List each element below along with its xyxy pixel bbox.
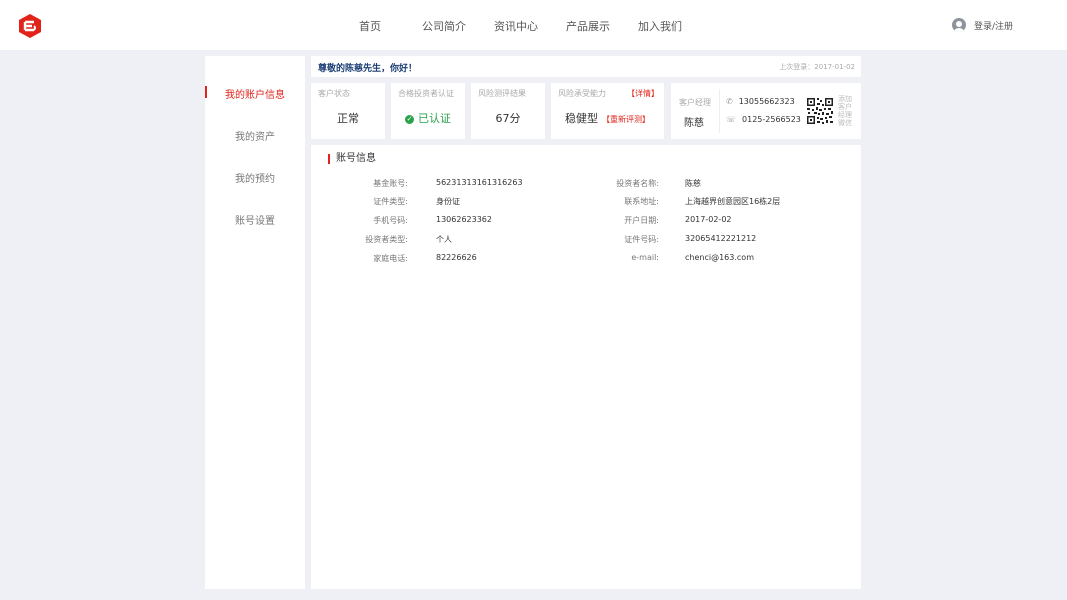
nav-item-home[interactable]: 首页 — [359, 18, 381, 34]
investor-name-value: 陈慈 — [685, 179, 701, 188]
open-date-label: 开户日期: — [624, 216, 659, 225]
fund-account-value: 56231313161316263 — [436, 178, 523, 187]
risk-test-card: 风险测评结果 67分 — [471, 83, 545, 139]
last-login-text: 上次登录：2017-01-02 — [779, 63, 855, 71]
manager-landline: ☏ 0125-2566523 — [726, 115, 801, 124]
home-phone-value: 82226626 — [436, 253, 477, 262]
account-manager-label: 客户经理 — [679, 98, 711, 107]
divider — [719, 89, 720, 133]
risk-tolerance-label: 风险承受能力 — [558, 89, 606, 98]
open-date-value: 2017-02-02 — [685, 215, 732, 224]
sidebar-item-assets[interactable]: 我的资产 — [205, 128, 305, 143]
qualified-investor-status: ✓ 已认证 — [391, 110, 465, 126]
address-value: 上海越界创意园区16栋2层 — [685, 197, 781, 206]
account-manager-name: 陈慈 — [684, 118, 704, 129]
id-type-value: 身份证 — [436, 197, 460, 206]
investor-name-label: 投资者名称: — [616, 179, 659, 188]
qualified-investor-label: 合格投资者认证 — [398, 89, 454, 98]
account-manager-card: 客户经理 陈慈 ✆ 13055662323 ☏ 0125-2566523 添加客户经… — [671, 83, 861, 139]
sidebar-item-settings[interactable]: 账号设置 — [205, 212, 305, 227]
risk-tolerance-card: 风险承受能力 【详情】 稳健型 【重新评测】 — [551, 83, 664, 139]
risk-tolerance-value: 稳健型 — [565, 112, 598, 125]
email-value: chenci@163.com — [685, 253, 754, 262]
top-navbar: 首页 公司简介 资讯中心 产品展示 加入我们 登录/注册 — [0, 0, 1067, 50]
risk-tolerance-row: 稳健型 【重新评测】 — [551, 110, 664, 126]
risk-test-label: 风险测评结果 — [478, 89, 526, 98]
nav-item-products[interactable]: 产品展示 — [566, 18, 610, 34]
greeting-text: 尊敬的陈慈先生，你好！ — [318, 64, 418, 74]
mobile-phone-icon: ✆ — [726, 97, 733, 106]
email-label: e-mail: — [631, 253, 659, 262]
address-label: 联系地址: — [624, 197, 659, 206]
nav-item-news[interactable]: 资讯中心 — [494, 18, 538, 34]
id-number-label: 证件号码: — [624, 235, 659, 244]
check-circle-icon: ✓ — [405, 115, 414, 124]
login-label: 登录/注册 — [973, 21, 1013, 32]
id-type-label: 证件类型: — [373, 197, 408, 206]
user-avatar-icon — [951, 18, 966, 32]
panel-title: 账号信息 — [328, 154, 376, 164]
qualified-investor-value: 已认证 — [418, 112, 451, 125]
sidebar-item-account-info[interactable]: 我的账户信息 — [205, 86, 305, 101]
manager-mobile: ✆ 13055662323 — [726, 97, 795, 106]
brand-logo-icon[interactable] — [17, 13, 43, 39]
retest-link[interactable]: 【重新评测】 — [602, 115, 650, 124]
risk-test-score: 67分 — [495, 112, 521, 125]
risk-details-link[interactable]: 【详情】 — [627, 88, 659, 99]
login-register-link[interactable]: 登录/注册 — [951, 18, 1013, 32]
wechat-qr-code-icon — [806, 97, 834, 125]
sidebar-item-appointments[interactable]: 我的预约 — [205, 170, 305, 185]
id-number-value: 32065412221212 — [685, 234, 757, 243]
account-info-panel: 账号信息 基金账号: 56231313161316263 证件类型: 身份证 手… — [311, 145, 861, 589]
nav-item-join[interactable]: 加入我们 — [638, 18, 682, 34]
greeting-bar: 尊敬的陈慈先生，你好！ 上次登录：2017-01-02 — [311, 56, 861, 77]
qualified-investor-card: 合格投资者认证 ✓ 已认证 — [391, 83, 465, 139]
mobile-value: 13062623362 — [436, 215, 492, 224]
qr-code-caption: 添加客户经理微信 — [838, 95, 852, 127]
customer-status-card: 客户状态 正常 — [311, 83, 385, 139]
fund-account-label: 基金账号: — [373, 179, 408, 188]
home-phone-label: 家庭电话: — [373, 254, 408, 263]
investor-type-label: 投资者类型: — [365, 235, 408, 244]
customer-status-value: 正常 — [337, 112, 359, 125]
account-sidebar: 我的账户信息 我的资产 我的预约 账号设置 — [205, 56, 305, 589]
nav-item-about[interactable]: 公司简介 — [422, 18, 466, 34]
mobile-label: 手机号码: — [373, 216, 408, 225]
manager-landline-number: 0125-2566523 — [742, 115, 801, 124]
telephone-icon: ☏ — [726, 115, 737, 124]
manager-mobile-number: 13055662323 — [738, 97, 795, 106]
investor-type-value: 个人 — [436, 235, 452, 244]
customer-status-label: 客户状态 — [318, 89, 350, 98]
